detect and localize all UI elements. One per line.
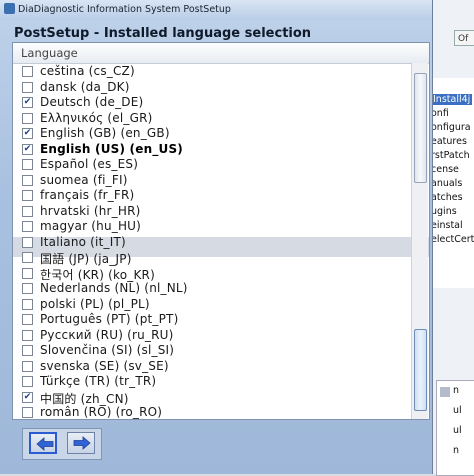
language-checkbox[interactable] [22,376,33,387]
background-list-item[interactable]: electCertifi [431,234,474,245]
scrollbar-thumb-lower[interactable] [414,329,427,411]
language-checkbox[interactable]: ✔ [22,128,33,139]
scrollbar-thumb[interactable] [414,73,427,183]
background-lower-item: n [453,385,460,396]
language-label: Ελληνικός (el_GR) [40,110,153,125]
language-label: suomea (fi_FI) [40,172,128,187]
background-off-button[interactable]: Of [454,30,474,46]
arrow-left-icon [36,437,54,451]
background-list-item[interactable]: onfi [431,108,449,119]
language-checkbox[interactable]: ✔ [22,143,33,155]
arrow-right-icon [73,436,91,450]
language-label: Nederlands (NL) (nl_NL) [40,281,188,295]
window-title: DiaDiagnostic Information System PostSet… [18,4,231,15]
background-lower-panel: n ul ul n [436,380,474,476]
language-label: polski (PL) (pl_PL) [40,296,150,311]
language-checkbox[interactable] [22,329,33,341]
language-label: français (fr_FR) [40,188,135,202]
language-checkbox[interactable] [22,252,33,263]
language-label: English (GB) (en_GB) [40,126,170,140]
language-label: Türkçe (TR) (tr_TR) [40,374,157,388]
dialog-heading: PostSetup - Installed language selection [14,26,312,41]
language-checkbox[interactable] [22,221,33,232]
language-checkbox[interactable] [22,267,33,279]
language-label: magyar (hu_HU) [40,219,142,233]
language-checkbox[interactable] [22,81,33,93]
vertical-scrollbar[interactable] [411,63,428,419]
language-checkbox[interactable] [22,407,33,418]
language-label: român (RO) (ro_RO) [40,405,163,419]
language-label: Slovenčina (SI) (sl_SI) [40,343,175,357]
background-lower-item: ul [453,425,462,436]
title-bar: DiaDiagnostic Information System PostSet… [0,0,432,20]
language-label: Русский (RU) (ru_RU) [40,327,174,342]
background-list-item[interactable]: anuals [431,178,462,189]
language-checkbox[interactable] [22,159,33,170]
list-item[interactable]: român (RO) (ro_RO) [13,404,411,424]
language-checkbox[interactable] [22,360,33,372]
background-list-item[interactable]: ugins [431,206,457,217]
background-list-item[interactable]: eatures [431,136,467,147]
background-list-item[interactable]: einstal [431,220,463,231]
background-lower-item: n [453,445,460,456]
language-checkbox[interactable] [22,345,33,356]
language-checkbox[interactable] [22,190,33,201]
language-label: Español (es_ES) [40,157,139,171]
background-marker [440,387,450,397]
background-list-item[interactable]: rstPatch [431,150,470,161]
language-checkbox[interactable] [22,314,33,325]
postsetup-window: DiaDiagnostic Information System PostSet… [0,0,433,474]
language-checkbox[interactable] [22,174,33,186]
background-lower-item: ul [453,405,462,416]
background-list: Install4j onfi onfigura eatures rstPatch cens… [428,78,474,288]
language-label: Italiano (it_IT) [40,234,126,249]
language-label: English (US) (en_US) [40,141,183,156]
language-label: dansk (da_DK) [40,79,130,94]
language-label: ceština (cs_CZ) [40,64,135,78]
language-checkbox[interactable] [22,112,33,124]
language-label: hrvatski (hr_HR) [40,203,141,218]
language-label: Deutsch (de_DE) [40,95,144,109]
language-checkbox[interactable] [22,298,33,310]
language-label: Português (PT) (pt_PT) [40,312,179,326]
back-button[interactable] [29,432,57,454]
language-checkbox[interactable]: ✔ [22,391,33,403]
language-list-panel: Language ceština (cs_CZ) dansk (da_DK) ✔ De… [12,42,430,420]
language-checkbox[interactable] [22,205,33,217]
language-checkbox[interactable] [22,66,33,77]
language-checkbox[interactable] [22,236,33,248]
app-icon [4,3,15,14]
background-list-item[interactable]: atches [431,192,463,203]
language-checkbox[interactable] [22,283,33,294]
language-label: svenska (SE) (sv_SE) [40,358,169,373]
background-list-item[interactable]: Install4j [431,94,473,105]
column-header-label: Language [21,46,78,60]
column-header[interactable]: Language [13,43,429,64]
language-checkbox[interactable]: ✔ [22,97,33,108]
next-button[interactable] [67,432,95,454]
navigation-bar [22,428,102,460]
background-list-item[interactable]: cense [431,164,459,175]
background-list-item[interactable]: onfigura [431,122,471,133]
